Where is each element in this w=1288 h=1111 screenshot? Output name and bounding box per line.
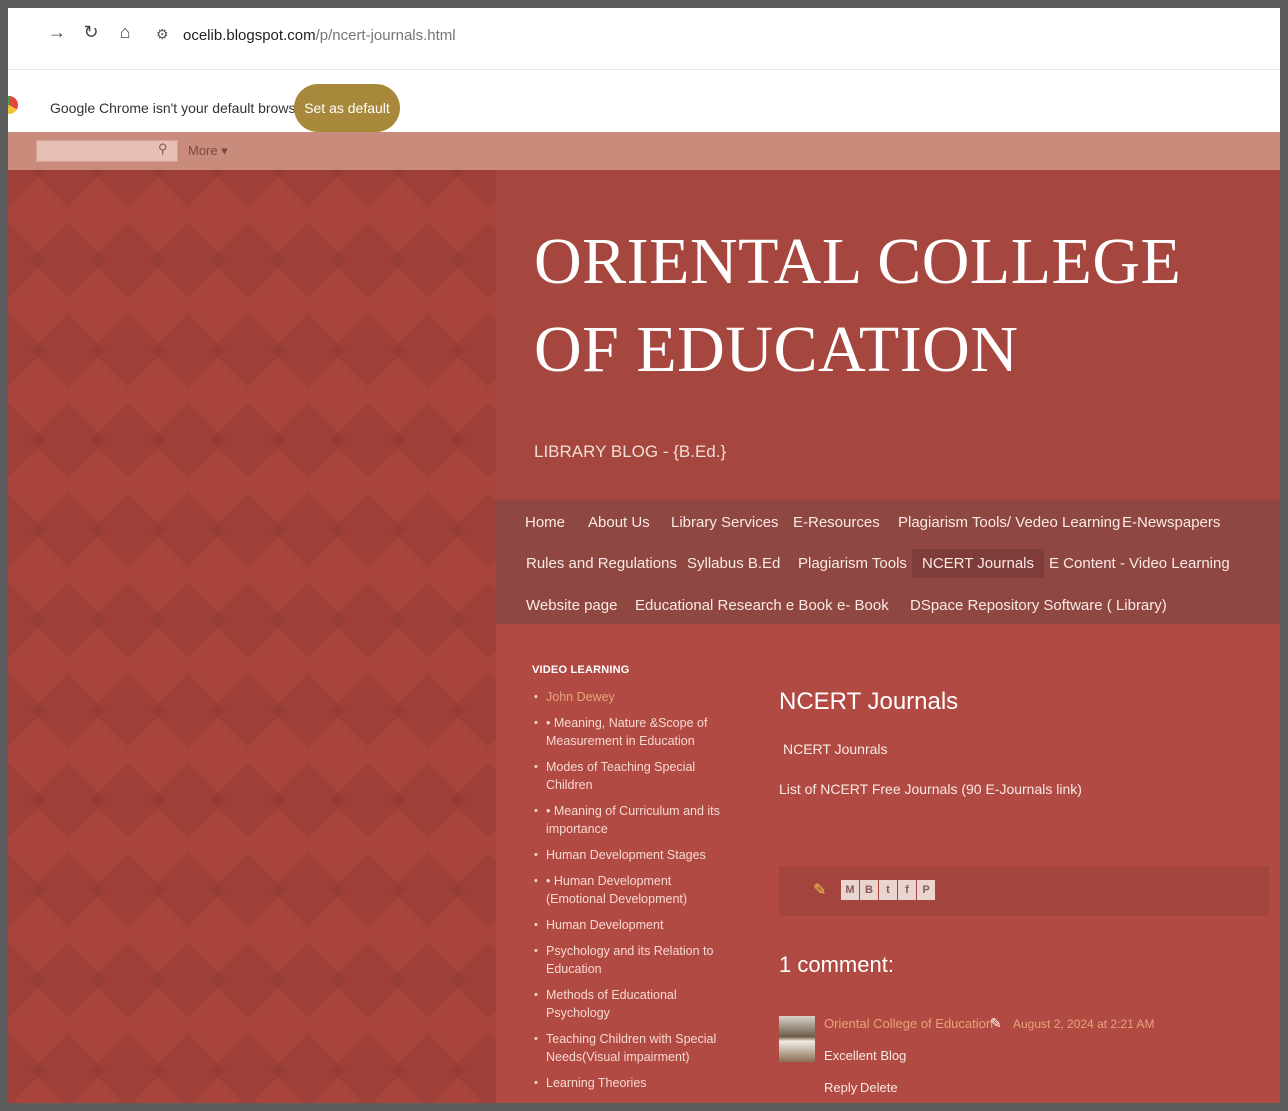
delete-link[interactable]: Delete (860, 1080, 898, 1095)
blog-header: ORIENTAL COLLEGE OF EDUCATION LIBRARY BL… (496, 170, 1280, 500)
share-buttons: M B t f P (841, 880, 935, 900)
tab-dspace-repository[interactable]: DSpace Repository Software ( Library) (910, 597, 1167, 614)
email-share-icon[interactable]: M (841, 880, 859, 900)
comments-heading: 1 comment: (779, 952, 894, 977)
post-text-ncert-journals[interactable]: NCERT Jounrals (783, 741, 888, 757)
tab-home[interactable]: Home (525, 514, 565, 531)
tab-library-services[interactable]: Library Services (671, 514, 779, 531)
sidebar-link[interactable]: • Meaning, Nature &Scope of Measurement … (534, 714, 724, 750)
tab-e-resources[interactable]: E-Resources (793, 514, 880, 531)
post-text-journal-list-link[interactable]: List of NCERT Free Journals (90 E-Journa… (779, 781, 1082, 797)
edit-post-pencil-icon[interactable]: ✎ (813, 880, 826, 900)
sidebar-link[interactable]: Human Development (534, 916, 724, 934)
reload-icon[interactable]: ↻ (80, 22, 102, 43)
tab-e-content-video-learning[interactable]: E Content - Video Learning (1049, 555, 1230, 572)
blogthis-share-icon[interactable]: B (860, 880, 878, 900)
infobar-text: Google Chrome isn't your default browser (50, 100, 308, 116)
facebook-share-icon[interactable]: f (898, 880, 916, 900)
author-pencil-icon: ✎ (990, 1015, 1002, 1031)
search-icon[interactable]: ⚲ (158, 141, 168, 157)
blogger-navbar: ⚲ More ▾ (8, 132, 1280, 170)
blog-description: LIBRARY BLOG - {B.Ed.} (534, 442, 727, 461)
reply-link[interactable]: Reply (824, 1080, 857, 1095)
tab-rules-and-regulations[interactable]: Rules and Regulations (526, 555, 677, 572)
url-domain: ocelib.blogspot.com (183, 27, 316, 44)
tab-educational-research-e-book[interactable]: Educational Research e Book (635, 597, 833, 614)
page-tabs: Home About Us Library Services E-Resourc… (496, 500, 1280, 624)
sidebar-link[interactable]: Psychology and its Relation to Education (534, 942, 724, 978)
page-background (8, 170, 496, 1103)
forward-icon[interactable]: → (46, 22, 68, 43)
tab-e-book[interactable]: e- Book (837, 597, 889, 614)
sidebar-link[interactable]: Modes of Teaching Special Children (534, 758, 724, 794)
url-field[interactable]: ocelib.blogspot.com/p/ncert-journals.htm… (183, 27, 456, 44)
navbar-search-input[interactable] (36, 140, 178, 162)
tab-about-us[interactable]: About Us (588, 514, 650, 531)
comment-text: Excellent Blog (824, 1048, 907, 1063)
navbar-more-menu[interactable]: More ▾ (188, 143, 228, 159)
video-learning-list: John Dewey • Meaning, Nature &Scope of M… (534, 688, 724, 1100)
sidebar-link[interactable]: John Dewey (534, 688, 724, 706)
chrome-icon (8, 96, 18, 114)
tab-e-newspapers[interactable]: E-Newspapers (1122, 514, 1220, 531)
site-settings-icon[interactable]: ⚙ (156, 26, 169, 43)
post-title: NCERT Journals (779, 688, 959, 715)
set-default-button[interactable]: Set as default (294, 84, 400, 132)
post-footer: ✎ M B t f P (779, 866, 1269, 916)
address-bar: → ↻ ⌂ ⚙ ocelib.blogspot.com/p/ncert-jour… (8, 8, 1280, 70)
twitter-share-icon[interactable]: t (879, 880, 897, 900)
home-icon[interactable]: ⌂ (114, 22, 136, 43)
sidebar-title: VIDEO LEARNING (532, 664, 630, 676)
blog-title[interactable]: ORIENTAL COLLEGE OF EDUCATION (534, 218, 1254, 394)
blog-content: ORIENTAL COLLEGE OF EDUCATION LIBRARY BL… (496, 170, 1280, 1103)
sidebar-link[interactable]: • Human Development (Emotional Developme… (534, 872, 724, 908)
sidebar-link[interactable]: Teaching Children with Special Needs(Vis… (534, 1030, 724, 1066)
sidebar-link[interactable]: Learning Theories (534, 1074, 724, 1092)
tab-plagiarism-tools[interactable]: Plagiarism Tools (798, 555, 907, 572)
sidebar-link[interactable]: Human Development Stages (534, 846, 724, 864)
comment-author-link[interactable]: Oriental College of Education (824, 1016, 993, 1031)
pinterest-share-icon[interactable]: P (917, 880, 935, 900)
comment-date-link[interactable]: August 2, 2024 at 2:21 AM (1013, 1017, 1154, 1031)
default-browser-infobar: Google Chrome isn't your default browser… (8, 70, 1280, 132)
sidebar-link[interactable]: Methods of Educational Psychology (534, 986, 724, 1022)
sidebar-link[interactable]: • Meaning of Curriculum and its importan… (534, 802, 724, 838)
tab-website-page[interactable]: Website page (526, 597, 617, 614)
tab-ncert-journals[interactable]: NCERT Journals (912, 549, 1044, 578)
tab-plagiarism-tools-video-learning[interactable]: Plagiarism Tools/ Vedeo Learning (898, 514, 1120, 531)
avatar[interactable] (779, 1016, 815, 1062)
tab-syllabus-bed[interactable]: Syllabus B.Ed (687, 555, 780, 572)
browser-screen: → ↻ ⌂ ⚙ ocelib.blogspot.com/p/ncert-jour… (8, 8, 1280, 1103)
url-path: /p/ncert-journals.html (315, 27, 456, 44)
